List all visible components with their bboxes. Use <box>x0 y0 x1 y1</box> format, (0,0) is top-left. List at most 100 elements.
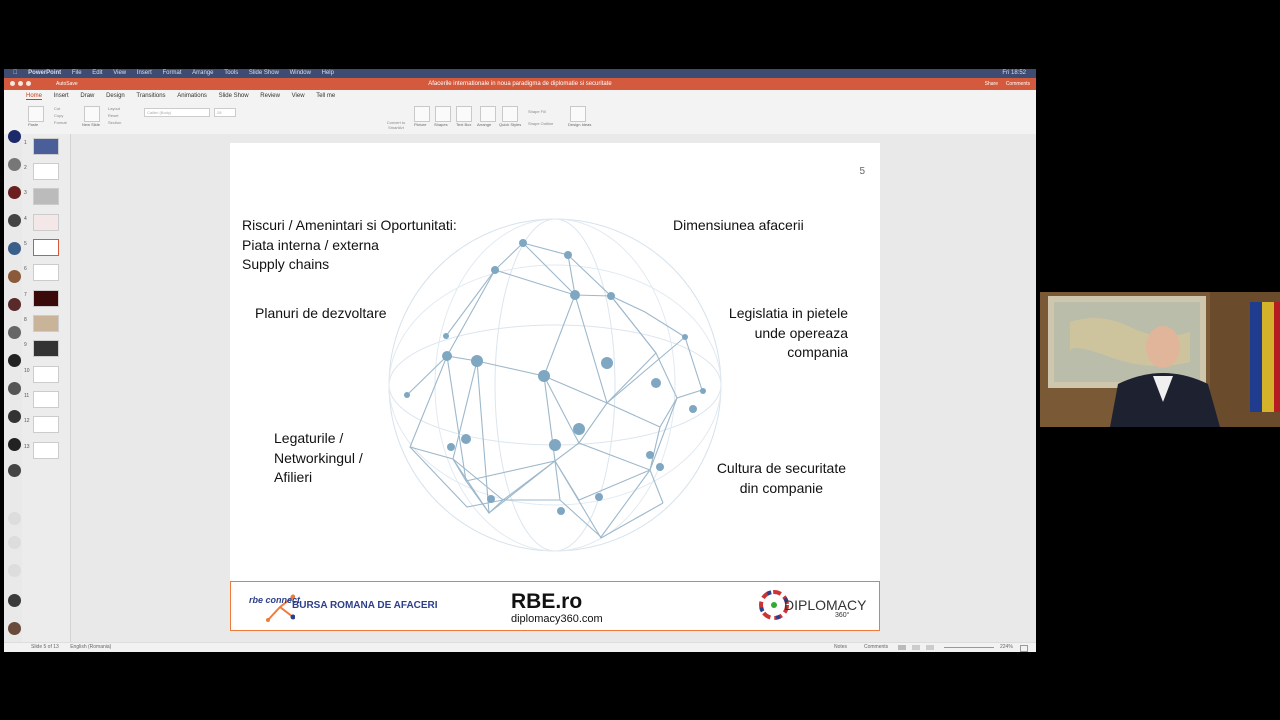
avatar[interactable] <box>8 270 21 283</box>
avatar[interactable] <box>8 594 21 607</box>
avatar[interactable] <box>8 382 21 395</box>
notes-button[interactable]: Notes <box>834 643 847 652</box>
slide-sorter-icon[interactable] <box>912 645 920 650</box>
share-button[interactable]: Share <box>985 78 998 90</box>
comments-button[interactable]: Comments <box>1006 78 1030 90</box>
shape-outline-button[interactable]: Shape Outline <box>528 121 553 126</box>
slide-thumbnail[interactable] <box>33 315 59 332</box>
paste-icon[interactable] <box>28 106 44 122</box>
format-painter-button[interactable]: Format <box>54 120 67 125</box>
slide-thumbnail[interactable] <box>33 138 59 155</box>
status-bar: Slide 5 of 13 English (Romania) Notes Co… <box>4 642 1036 652</box>
comments-status-button[interactable]: Comments <box>864 643 888 652</box>
text-networking-block[interactable]: Legaturile / Networkingul / Afilieri <box>274 429 363 488</box>
menu-format[interactable]: Format <box>162 70 181 76</box>
slide-canvas[interactable]: 5 Riscuri / Amenintari si Oportunitati: … <box>230 143 880 631</box>
shape-fill-button[interactable]: Shape Fill <box>528 109 546 114</box>
reading-view-icon[interactable] <box>926 645 934 650</box>
slide-thumbnail[interactable] <box>33 340 59 357</box>
participant-avatars <box>4 124 22 644</box>
avatar[interactable] <box>8 410 21 423</box>
new-slide-icon[interactable] <box>84 106 100 122</box>
language-indicator[interactable]: English (Romania) <box>70 644 111 650</box>
text-legislation-block[interactable]: Legislatia in pietele unde opereaza comp… <box>729 304 848 363</box>
quick-styles-icon[interactable] <box>502 106 518 122</box>
text-networking-1: Legaturile / <box>274 430 344 446</box>
tab-draw[interactable]: Draw <box>80 93 94 99</box>
zoom-slider[interactable] <box>944 647 994 648</box>
picture-icon[interactable] <box>414 106 430 122</box>
menu-help[interactable]: Help <box>322 70 334 76</box>
font-size-field[interactable]: 28 <box>214 108 236 117</box>
avatar[interactable] <box>8 158 21 171</box>
avatar[interactable] <box>8 564 21 577</box>
menu-view[interactable]: View <box>113 70 126 76</box>
tab-design[interactable]: Design <box>106 93 125 99</box>
avatar[interactable] <box>8 326 21 339</box>
avatar[interactable] <box>8 242 21 255</box>
menu-tools[interactable]: Tools <box>224 70 238 76</box>
presenter-video-image <box>1040 292 1280 427</box>
slide-thumbnail[interactable] <box>33 416 59 433</box>
text-risks-block[interactable]: Riscuri / Amenintari si Oportunitati: Pi… <box>242 216 457 275</box>
slide-thumbnail[interactable] <box>33 290 59 307</box>
avatar[interactable] <box>8 512 21 525</box>
normal-view-icon[interactable] <box>898 645 906 650</box>
slide-thumbnail[interactable] <box>33 442 59 459</box>
slide-thumbnail[interactable] <box>33 366 59 383</box>
avatar[interactable] <box>8 622 21 635</box>
avatar[interactable] <box>8 214 21 227</box>
tab-slideshow[interactable]: Slide Show <box>219 93 249 99</box>
avatar[interactable] <box>8 438 21 451</box>
tab-animations[interactable]: Animations <box>177 93 207 99</box>
reset-button[interactable]: Reset <box>108 113 118 118</box>
slide-thumbnail[interactable] <box>33 163 59 180</box>
slide-thumbnail-selected[interactable] <box>33 239 59 256</box>
ribbon-tabs: Home Insert Draw Design Transitions Anim… <box>4 90 1036 102</box>
tab-view[interactable]: View <box>292 93 305 99</box>
font-name-field[interactable]: Calibri (Body) <box>144 108 210 117</box>
text-business-size[interactable]: Dimensiunea afacerii <box>673 216 804 236</box>
apple-icon[interactable]:  <box>13 70 18 76</box>
text-box-icon[interactable] <box>456 106 472 122</box>
bursa-romana-text: BURSA ROMANA DE AFACERI <box>292 600 438 611</box>
arrange-icon[interactable] <box>480 106 496 122</box>
avatar[interactable] <box>8 354 21 367</box>
slide-thumbnail[interactable] <box>33 391 59 408</box>
menu-file[interactable]: File <box>72 70 82 76</box>
fit-slide-icon[interactable] <box>1020 645 1028 652</box>
avatar[interactable] <box>8 130 21 143</box>
menu-arrange[interactable]: Arrange <box>192 70 213 76</box>
thumb-number: 1 <box>24 140 27 146</box>
shapes-icon[interactable] <box>435 106 451 122</box>
section-button[interactable]: Section <box>108 120 121 125</box>
design-ideas-icon[interactable] <box>570 106 586 122</box>
avatar[interactable] <box>8 464 21 477</box>
thumb-number: 2 <box>24 165 27 171</box>
layout-button[interactable]: Layout <box>108 106 120 111</box>
tab-insert[interactable]: Insert <box>54 93 69 99</box>
menu-edit[interactable]: Edit <box>92 70 102 76</box>
copy-button[interactable]: Copy <box>54 113 63 118</box>
slide-thumbnail[interactable] <box>33 188 59 205</box>
avatar[interactable] <box>8 536 21 549</box>
tell-me-search[interactable]: Tell me <box>316 93 335 99</box>
zoom-level[interactable]: 224% <box>1000 643 1013 652</box>
convert-smartart-button[interactable]: Convert to SmartArt <box>382 120 410 130</box>
tab-home[interactable]: Home <box>26 93 43 100</box>
avatar[interactable] <box>8 298 21 311</box>
tab-review[interactable]: Review <box>260 93 280 99</box>
menu-app-name[interactable]: PowerPoint <box>28 70 61 76</box>
slide-thumbnail[interactable] <box>33 214 59 231</box>
tab-transitions[interactable]: Transitions <box>136 93 165 99</box>
menu-window[interactable]: Window <box>290 70 311 76</box>
text-development-plans[interactable]: Planuri de dezvoltare <box>255 304 387 324</box>
slide-thumbnail[interactable] <box>33 264 59 281</box>
menu-insert[interactable]: Insert <box>137 70 152 76</box>
thumb-number: 4 <box>24 216 27 222</box>
text-security-culture-block[interactable]: Cultura de securitate din companie <box>717 459 846 498</box>
menubar-clock: Fri 18:52 <box>1002 70 1026 76</box>
cut-button[interactable]: Cut <box>54 106 60 111</box>
menu-slideshow[interactable]: Slide Show <box>249 70 279 76</box>
avatar[interactable] <box>8 186 21 199</box>
